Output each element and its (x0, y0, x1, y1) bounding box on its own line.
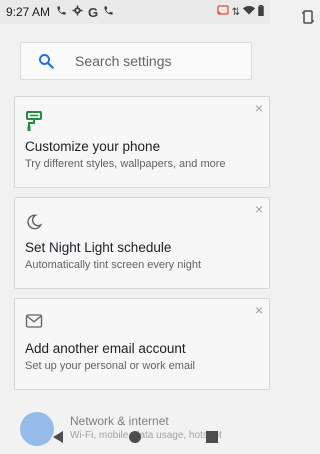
home-icon[interactable] (125, 427, 145, 447)
rotate-icon[interactable] (302, 9, 314, 25)
card-subtitle: Try different styles, wallpapers, and mo… (25, 158, 226, 170)
phone-icon (56, 5, 67, 19)
search-settings-bar[interactable] (20, 42, 252, 80)
dismiss-icon[interactable]: × (255, 101, 263, 115)
status-right-icons: ⇅ (217, 5, 264, 19)
recents-icon[interactable] (202, 427, 222, 447)
card-title: Set Night Light schedule (25, 240, 172, 255)
suggestion-card-night-light[interactable]: × Set Night Light schedule Automatically… (14, 197, 270, 289)
phone-icon (103, 5, 114, 19)
paint-roller-icon (25, 111, 45, 131)
card-title: Add another email account (25, 341, 186, 356)
data-arrows-icon: ⇅ (231, 6, 240, 18)
card-subtitle: Set up your personal or work email (25, 360, 195, 372)
wifi-icon (243, 5, 255, 19)
gmail-icon (25, 313, 45, 333)
search-input[interactable] (75, 53, 225, 69)
battery-icon (258, 5, 264, 19)
search-icon (37, 52, 55, 70)
status-bar: 9:27 AM G ⇅ (0, 0, 270, 24)
back-icon[interactable] (48, 427, 68, 447)
google-icon: G (88, 4, 99, 20)
suggestion-card-email[interactable]: × Add another email account Set up your … (14, 298, 270, 390)
dismiss-icon[interactable]: × (255, 202, 263, 216)
card-subtitle: Automatically tint screen every night (25, 259, 202, 271)
moon-icon (25, 212, 45, 232)
navigation-bar (0, 420, 270, 454)
cast-icon (217, 5, 229, 19)
suggestion-card-customize[interactable]: × Customize your phone Try different sty… (14, 96, 270, 188)
dismiss-icon[interactable]: × (255, 303, 263, 317)
gear-icon (72, 5, 83, 19)
card-title: Customize your phone (25, 139, 161, 154)
status-time: 9:27 AM (6, 5, 51, 19)
